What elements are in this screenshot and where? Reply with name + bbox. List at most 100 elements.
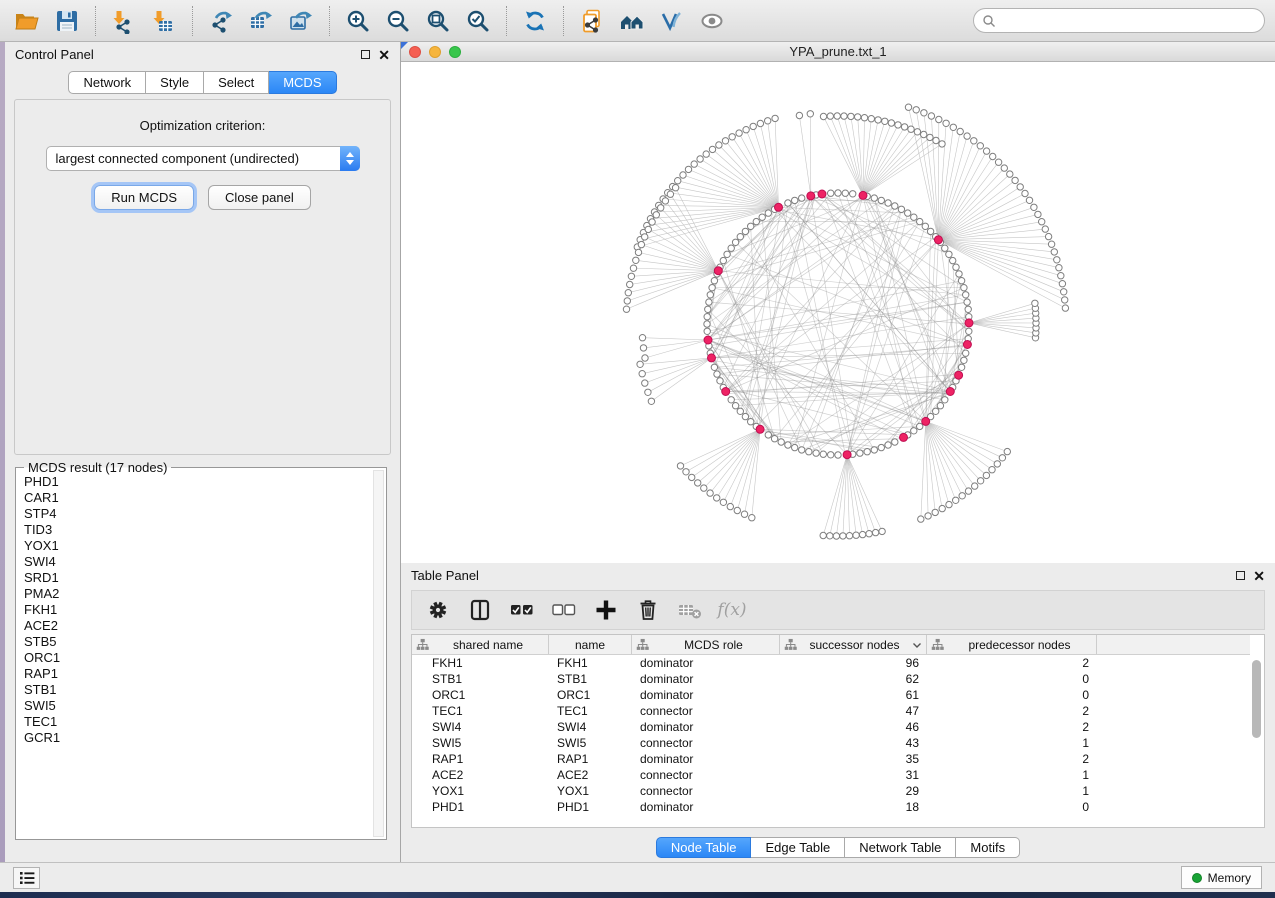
create-column-button[interactable] bbox=[590, 595, 622, 625]
mcds-result-item[interactable]: PMA2 bbox=[24, 586, 372, 602]
column-header-predecessor-nodes[interactable]: predecessor nodes bbox=[927, 635, 1097, 654]
table-row[interactable]: ACE2ACE2connector311 bbox=[412, 767, 1250, 783]
search-input[interactable] bbox=[1000, 11, 1264, 31]
show-column-button[interactable] bbox=[464, 595, 496, 625]
select-all-columns-icon bbox=[509, 597, 535, 623]
shared-column-icon bbox=[931, 638, 944, 651]
table-row[interactable]: TEC1TEC1connector472 bbox=[412, 703, 1250, 719]
mcds-result-item[interactable]: PHD1 bbox=[24, 474, 372, 490]
zoom-in-button[interactable] bbox=[341, 5, 375, 37]
zoom-fit-icon bbox=[425, 8, 451, 34]
mcds-result-item[interactable]: CAR1 bbox=[24, 490, 372, 506]
open-session-button[interactable] bbox=[10, 5, 44, 37]
table-cell: SWI5 bbox=[549, 735, 632, 751]
mcds-result-item[interactable]: YOX1 bbox=[24, 538, 372, 554]
table-row[interactable]: PHD1PHD1dominator180 bbox=[412, 799, 1250, 815]
table-row[interactable]: SWI4SWI4dominator462 bbox=[412, 719, 1250, 735]
show-graphics-details-button[interactable] bbox=[695, 5, 729, 37]
search-box[interactable] bbox=[973, 8, 1265, 33]
mcds-result-box: MCDS result (17 nodes) PHD1CAR1STP4TID3Y… bbox=[15, 467, 387, 840]
mcds-result-list[interactable]: PHD1CAR1STP4TID3YOX1SWI4SRD1PMA2FKH1ACE2… bbox=[24, 474, 372, 835]
refresh-layout-button[interactable] bbox=[518, 5, 552, 37]
table-row[interactable]: FKH1FKH1dominator962 bbox=[412, 655, 1250, 671]
table-cell: 47 bbox=[780, 703, 927, 719]
column-header-name[interactable]: name bbox=[549, 635, 632, 654]
mcds-result-scrollbar[interactable] bbox=[373, 470, 384, 837]
zoom-out-button[interactable] bbox=[381, 5, 415, 37]
tab-network[interactable]: Network bbox=[68, 71, 146, 94]
float-table-panel-icon[interactable] bbox=[1236, 571, 1245, 580]
table-cell: 1 bbox=[927, 735, 1097, 751]
column-header-shared-name[interactable]: shared name bbox=[412, 635, 549, 654]
mcds-result-item[interactable]: ORC1 bbox=[24, 650, 372, 666]
table-row[interactable]: SWI5SWI5connector431 bbox=[412, 735, 1250, 751]
run-mcds-button[interactable]: Run MCDS bbox=[94, 185, 194, 210]
save-session-button[interactable] bbox=[50, 5, 84, 37]
float-panel-icon[interactable] bbox=[361, 50, 370, 59]
table-cell: ACE2 bbox=[412, 767, 549, 783]
unselect-all-columns-button[interactable] bbox=[548, 595, 580, 625]
hide-graphics-details-button[interactable] bbox=[655, 5, 689, 37]
mcds-result-item[interactable]: SRD1 bbox=[24, 570, 372, 586]
tab-select[interactable]: Select bbox=[204, 71, 269, 94]
network-overview-button[interactable] bbox=[615, 5, 649, 37]
mcds-result-item[interactable]: TID3 bbox=[24, 522, 372, 538]
tab-node-table[interactable]: Node Table bbox=[656, 837, 752, 858]
table-scrollbar[interactable] bbox=[1251, 638, 1262, 787]
close-table-panel-icon[interactable]: ✕ bbox=[1253, 571, 1265, 581]
criterion-dropdown[interactable]: largest connected component (undirected) bbox=[46, 146, 360, 171]
table-cell: 1 bbox=[927, 767, 1097, 783]
tab-edge-table[interactable]: Edge Table bbox=[751, 837, 845, 858]
network-graph[interactable] bbox=[401, 62, 1275, 563]
tab-mcds[interactable]: MCDS bbox=[269, 71, 336, 94]
table-row[interactable]: STB1STB1dominator620 bbox=[412, 671, 1250, 687]
export-image-button[interactable] bbox=[284, 5, 318, 37]
mcds-result-item[interactable]: SWI5 bbox=[24, 698, 372, 714]
table-cell: dominator bbox=[632, 799, 780, 815]
table-cell: FKH1 bbox=[549, 655, 632, 671]
delete-column-button[interactable] bbox=[632, 595, 664, 625]
mcds-pane: Optimization criterion: largest connecte… bbox=[14, 99, 391, 455]
mcds-result-item[interactable]: RAP1 bbox=[24, 666, 372, 682]
mcds-result-item[interactable]: STB5 bbox=[24, 634, 372, 650]
mcds-result-item[interactable]: GCR1 bbox=[24, 730, 372, 746]
export-image-icon bbox=[288, 8, 314, 34]
memory-button[interactable]: Memory bbox=[1181, 866, 1262, 889]
export-table-button[interactable] bbox=[244, 5, 278, 37]
mcds-result-item[interactable]: FKH1 bbox=[24, 602, 372, 618]
mcds-result-item[interactable]: SWI4 bbox=[24, 554, 372, 570]
mcds-result-item[interactable]: STP4 bbox=[24, 506, 372, 522]
network-canvas[interactable] bbox=[401, 62, 1275, 563]
network-view-titlebar[interactable]: YPA_prune.txt_1 bbox=[401, 42, 1275, 62]
tab-motifs[interactable]: Motifs bbox=[956, 837, 1020, 858]
table-row[interactable]: YOX1YOX1connector291 bbox=[412, 783, 1250, 799]
select-all-columns-button[interactable] bbox=[506, 595, 538, 625]
node-table: shared namename MCDS role successor node… bbox=[411, 634, 1265, 828]
task-history-button[interactable] bbox=[13, 867, 40, 889]
share-network-button[interactable] bbox=[575, 5, 609, 37]
table-cell: 35 bbox=[780, 751, 927, 767]
tab-style[interactable]: Style bbox=[146, 71, 204, 94]
table-options-gear-button[interactable] bbox=[422, 595, 454, 625]
table-row[interactable]: ORC1ORC1dominator610 bbox=[412, 687, 1250, 703]
export-network-button[interactable] bbox=[204, 5, 238, 37]
close-panel-icon[interactable]: ✕ bbox=[378, 50, 390, 60]
column-header-successor-nodes[interactable]: successor nodes bbox=[780, 635, 927, 654]
table-scrollbar-thumb[interactable] bbox=[1252, 660, 1261, 738]
export-network-icon bbox=[208, 8, 234, 34]
import-network-icon bbox=[111, 8, 137, 34]
mcds-result-item[interactable]: ACE2 bbox=[24, 618, 372, 634]
mcds-result-item[interactable]: TEC1 bbox=[24, 714, 372, 730]
toolbar-separator bbox=[192, 6, 193, 36]
column-header-MCDS-role[interactable]: MCDS role bbox=[632, 635, 780, 654]
mcds-result-item[interactable]: STB1 bbox=[24, 682, 372, 698]
import-network-button[interactable] bbox=[107, 5, 141, 37]
close-panel-button[interactable]: Close panel bbox=[208, 185, 311, 210]
import-table-button[interactable] bbox=[147, 5, 181, 37]
zoom-fit-button[interactable] bbox=[421, 5, 455, 37]
tab-network-table[interactable]: Network Table bbox=[845, 837, 956, 858]
table-row[interactable]: RAP1RAP1dominator352 bbox=[412, 751, 1250, 767]
table-panel: Table Panel ✕ f(x) shared namename MCDS … bbox=[401, 563, 1275, 862]
zoom-selected-button[interactable] bbox=[461, 5, 495, 37]
table-cell bbox=[1097, 703, 1250, 719]
